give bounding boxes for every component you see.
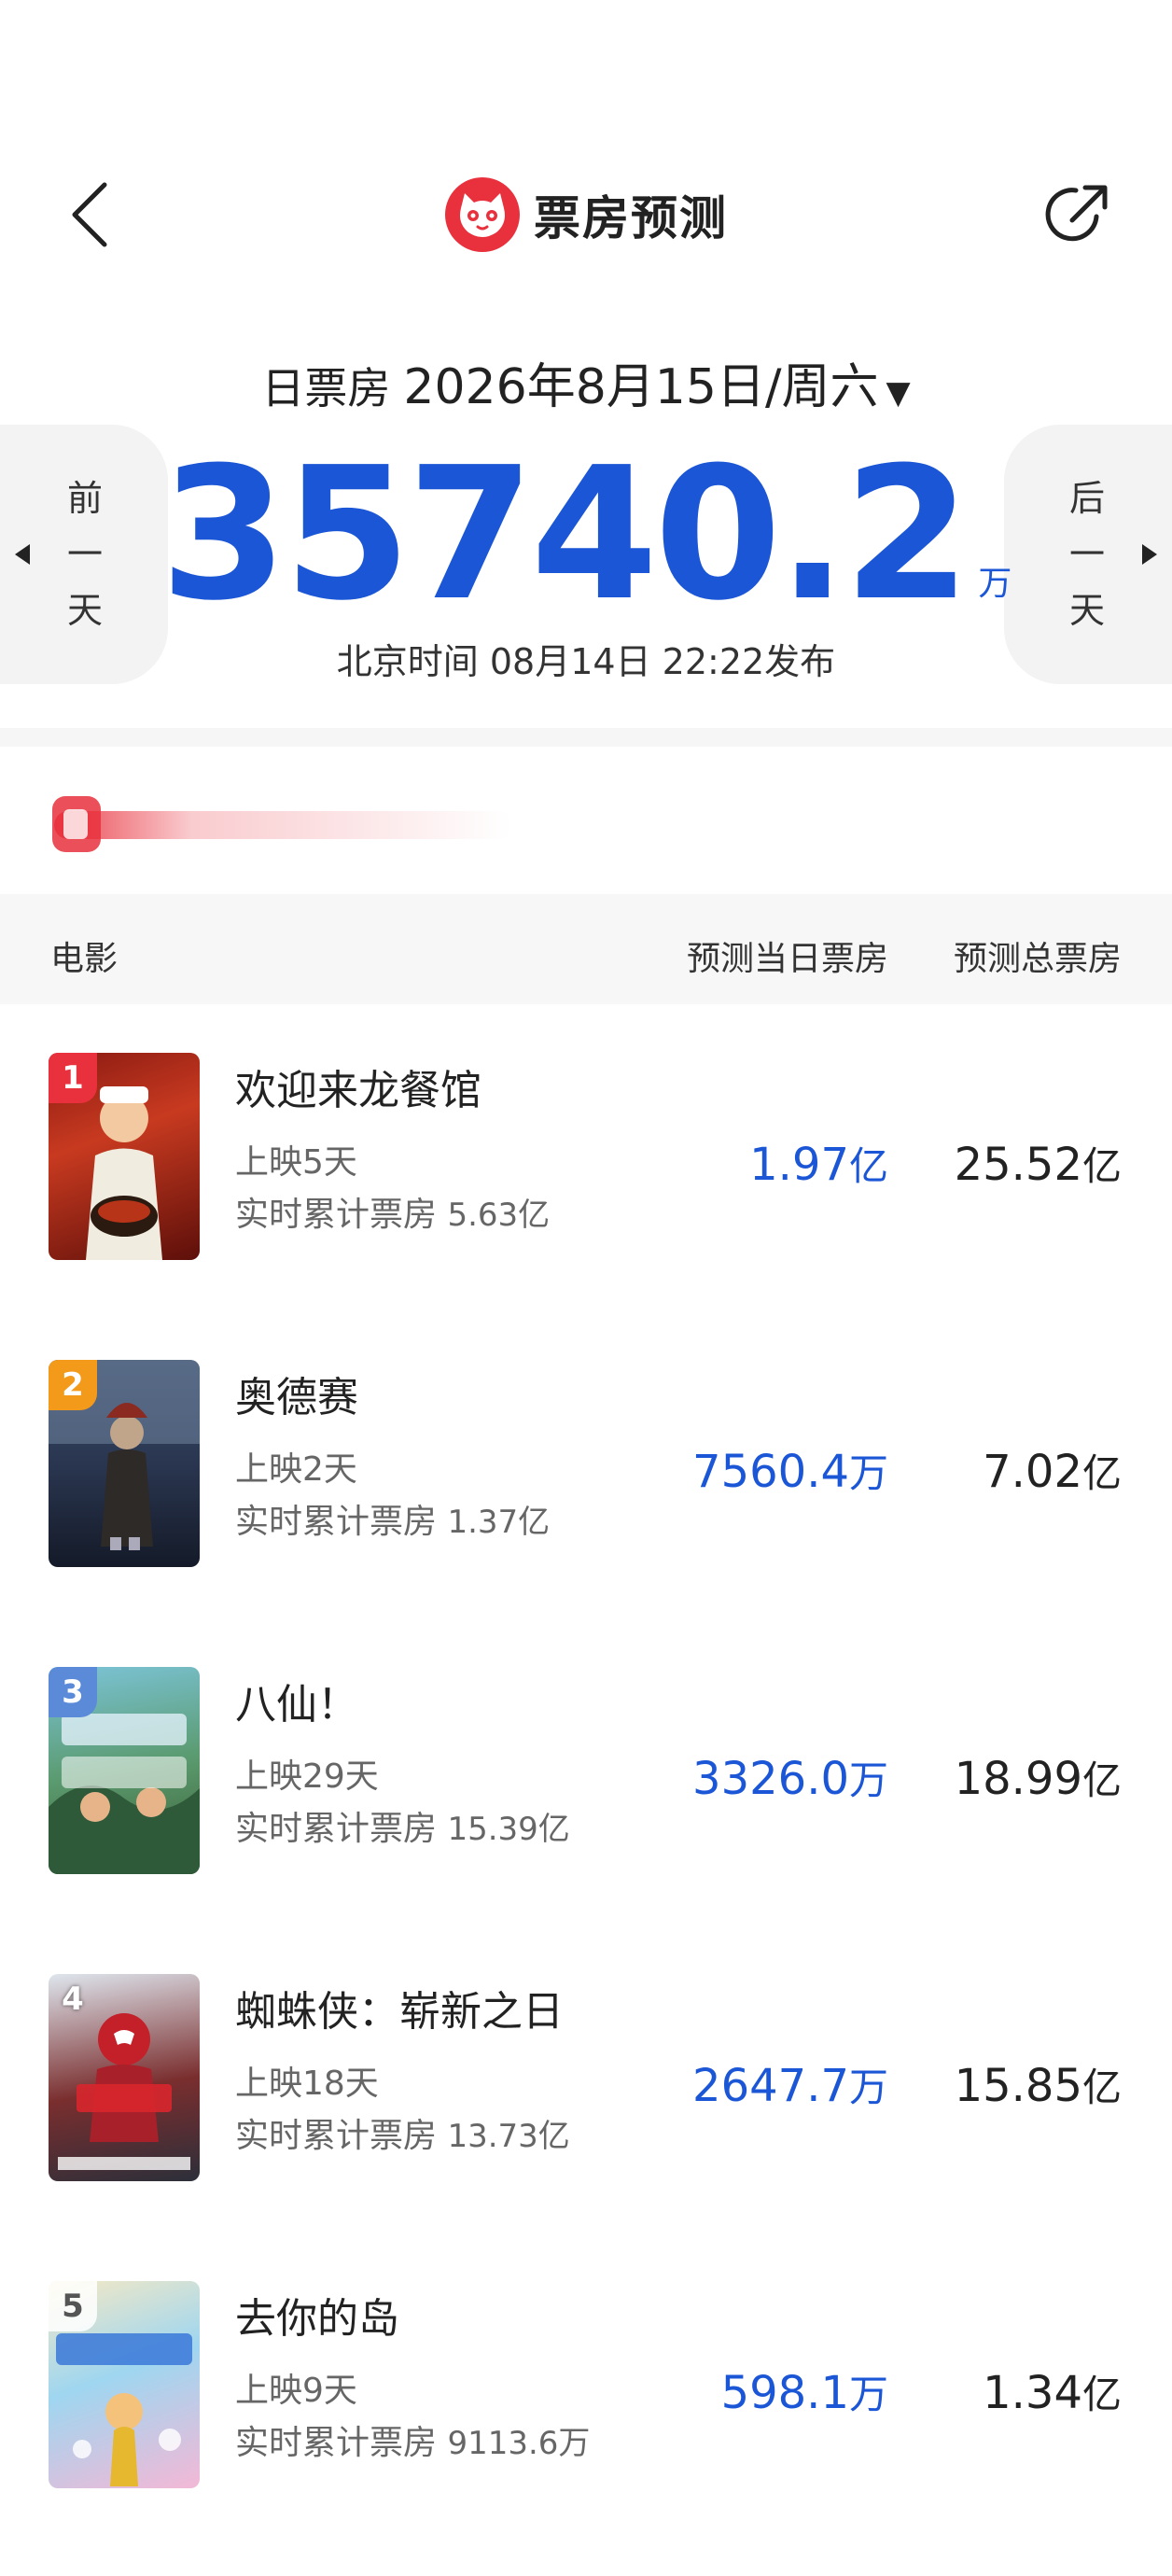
rank-badge: 4 bbox=[62, 1981, 84, 2018]
movie-title: 欢迎来龙餐馆 bbox=[235, 1067, 481, 1114]
date-label: 日票房 bbox=[261, 363, 391, 413]
movie-poster[interactable]: 5 bbox=[49, 2281, 200, 2488]
movie-row[interactable]: 1 欢迎来龙餐馆 上映5天 实时累计票房 5.63亿 1.97亿 25.52亿 bbox=[0, 1004, 1172, 1284]
movie-row[interactable]: 4 蜘蛛侠：崭新之日 上映18天 实时累计票房 13.73亿 2647.7万 1… bbox=[0, 1925, 1172, 2205]
caret-down-icon[interactable]: ▼ bbox=[886, 374, 910, 412]
rank-badge: 1 bbox=[49, 1053, 97, 1103]
column-total-forecast: 预测总票房 bbox=[953, 940, 1122, 978]
daily-total-value: 35740.2 bbox=[160, 428, 971, 641]
forecast-total-value: 7.02亿 bbox=[983, 1446, 1122, 1498]
table-header: 电影 预测当日票房 预测总票房 bbox=[0, 894, 1172, 1004]
days-released: 上映9天 bbox=[235, 2372, 357, 2410]
forecast-day-value: 7560.4万 bbox=[692, 1446, 888, 1498]
brand: 票房预测 bbox=[0, 175, 1172, 254]
movie-title: 去你的岛 bbox=[235, 2295, 399, 2343]
forecast-total-value: 25.52亿 bbox=[954, 1139, 1122, 1191]
date-value[interactable]: 2026年8月15日/周六 bbox=[403, 347, 878, 417]
share-button[interactable] bbox=[1036, 175, 1120, 254]
cumulative-box-office: 实时累计票房 1.37亿 bbox=[235, 1503, 551, 1541]
days-released: 上映29天 bbox=[235, 1757, 379, 1796]
movie-row[interactable]: 3 八仙！ 上映29天 实时累计票房 15.39亿 3326.0万 18.99亿 bbox=[0, 1618, 1172, 1898]
forecast-day-value: 3326.0万 bbox=[692, 1753, 888, 1805]
forecast-day-value: 2647.7万 bbox=[692, 2060, 888, 2112]
rank-badge: 2 bbox=[49, 1360, 97, 1410]
section-divider bbox=[0, 728, 1172, 747]
daily-total-unit: 万 bbox=[978, 565, 1012, 603]
column-movie: 电影 bbox=[50, 940, 119, 978]
forecast-total-value: 1.34亿 bbox=[983, 2367, 1122, 2419]
movie-row[interactable]: 5 去你的岛 上映9天 实时累计票房 9113.6万 598.1万 1.34亿 bbox=[0, 2233, 1172, 2513]
page-title: 票房预测 bbox=[534, 191, 728, 245]
cumulative-box-office: 实时累计票房 5.63亿 bbox=[235, 1196, 551, 1234]
movie-poster[interactable]: 3 bbox=[49, 1667, 200, 1874]
cat-logo-icon bbox=[445, 177, 520, 252]
top-bar: 票房预测 bbox=[0, 159, 1172, 271]
share-icon bbox=[1045, 185, 1108, 242]
days-released: 上映5天 bbox=[235, 1143, 357, 1182]
daily-total: 35740.2 万 bbox=[0, 428, 1172, 641]
forecast-day-value: 598.1万 bbox=[720, 2367, 888, 2419]
movie-title: 蜘蛛侠：崭新之日 bbox=[235, 1988, 564, 2036]
date-selector[interactable]: 日票房 2026年8月15日/周六 ▼ bbox=[0, 347, 1172, 431]
forecast-day-value: 1.97亿 bbox=[749, 1139, 888, 1191]
loading-indicator bbox=[52, 796, 511, 852]
movie-title: 八仙！ bbox=[235, 1681, 358, 1729]
forecast-total-value: 18.99亿 bbox=[954, 1753, 1122, 1805]
movie-poster[interactable]: 4 bbox=[49, 1974, 200, 2181]
days-released: 上映2天 bbox=[235, 1450, 357, 1489]
rank-badge: 3 bbox=[49, 1667, 97, 1717]
column-day-forecast: 预测当日票房 bbox=[686, 940, 888, 978]
cumulative-box-office: 实时累计票房 9113.6万 bbox=[235, 2424, 591, 2462]
movie-poster[interactable]: 1 bbox=[49, 1053, 200, 1260]
movie-poster[interactable]: 2 bbox=[49, 1360, 200, 1567]
cumulative-box-office: 实时累计票房 13.73亿 bbox=[235, 2117, 570, 2155]
page: 票房预测 日票房 2026年8月15日/周六 ▼ 前 一 天 后 一 天 357… bbox=[0, 0, 1172, 2576]
days-released: 上映18天 bbox=[235, 2065, 379, 2103]
cumulative-box-office: 实时累计票房 15.39亿 bbox=[235, 1810, 570, 1848]
forecast-total-value: 15.85亿 bbox=[954, 2060, 1122, 2112]
rank-badge: 5 bbox=[49, 2281, 97, 2331]
movie-row[interactable]: 2 奥德赛 上映2天 实时累计票房 1.37亿 7560.4万 7.02亿 bbox=[0, 1311, 1172, 1591]
publish-time: 北京时间 08月14日 22:22发布 bbox=[336, 641, 836, 682]
movie-title: 奥德赛 bbox=[235, 1374, 358, 1421]
